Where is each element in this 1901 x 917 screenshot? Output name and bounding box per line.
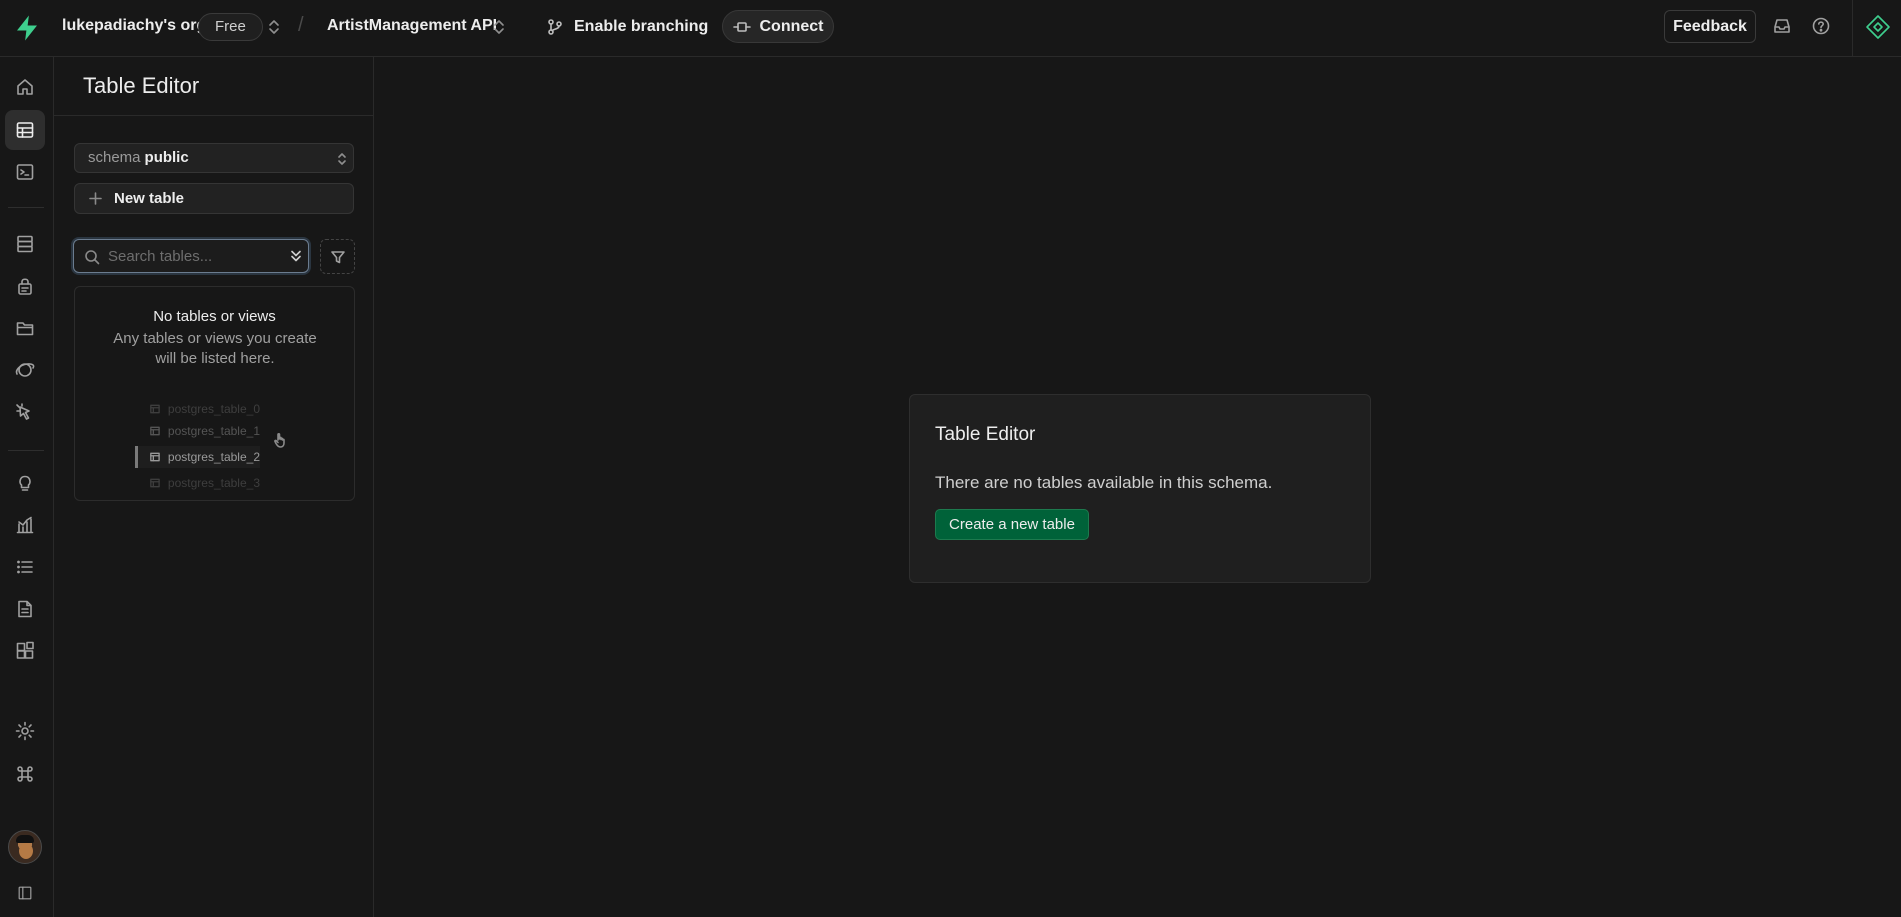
rail-separator [8,450,44,451]
command-icon[interactable] [5,754,45,794]
schema-value: public [144,149,189,166]
auth-icon[interactable] [5,266,45,306]
logs-icon[interactable] [5,547,45,587]
new-table-button[interactable]: New table [74,183,354,214]
ai-assistant-icon[interactable] [1864,13,1892,41]
search-tables-box[interactable] [73,239,309,273]
git-branch-icon [546,18,564,36]
reports-icon[interactable] [5,505,45,545]
empty-description: Any tables or views you create will be l… [113,330,317,367]
table-icon [150,426,160,436]
top-bar: lukepadiachy's org Free / ArtistManageme… [0,0,1901,57]
card-text: There are no tables available in this sc… [935,473,1273,492]
create-new-table-button[interactable]: Create a new table [935,509,1089,540]
new-table-label: New table [114,190,185,207]
table-editor-sidebar: Table Editor schemapublic New table No t… [54,57,374,917]
left-nav-rail [0,57,54,917]
list-item: postgres_table_2 [135,446,260,468]
search-icon [84,249,100,265]
card-title: Table Editor [935,424,1036,445]
sidebar-title: Table Editor [83,73,200,98]
empty-tables-state: No tables or views Any tables or views y… [74,286,355,501]
home-icon[interactable] [5,67,45,107]
inbox-icon[interactable] [1772,16,1792,36]
list-item: postgres_table_1 [135,420,260,442]
storage-icon[interactable] [5,308,45,348]
plug-icon [732,20,751,34]
plan-badge: Free [198,13,263,41]
chevrons-down-icon[interactable] [288,248,304,264]
filter-icon [330,249,346,265]
schema-chevron-icon [335,150,349,168]
filter-button[interactable] [320,239,355,274]
connect-button[interactable]: Connect [722,10,834,43]
project-name[interactable]: ArtistManagement API [327,17,497,35]
help-icon[interactable] [1811,16,1831,36]
schema-label: schema [88,149,141,166]
collapse-sidebar-icon[interactable] [5,873,45,913]
breadcrumb-separator: / [298,14,304,36]
enable-branching-button[interactable]: Enable branching [546,12,708,42]
rail-separator [8,207,44,208]
list-item: postgres_table_0 [135,398,260,420]
schema-selector[interactable]: schema public [74,143,354,173]
org-name[interactable]: lukepadiachy's org [62,17,206,35]
realtime-icon[interactable] [5,350,45,390]
advisors-icon[interactable] [5,463,45,503]
avatar[interactable] [8,830,42,864]
table-icon [150,478,160,488]
empty-title: No tables or views [153,308,276,325]
connect-label: Connect [759,17,824,35]
api-docs-icon[interactable] [5,589,45,629]
org-switcher-chevron-icon[interactable] [267,18,281,36]
feedback-button[interactable]: Feedback [1664,10,1756,43]
main-content: Table Editor There are no tables availab… [374,57,1901,917]
placeholder-table-list: postgres_table_0 postgres_table_1 postgr… [135,398,260,500]
project-switcher-chevron-icon[interactable] [492,18,506,36]
search-input[interactable] [108,245,268,267]
table-editor-icon[interactable] [5,110,45,150]
sidebar-divider [54,115,374,116]
enable-branching-label: Enable branching [574,18,709,35]
hand-cursor-icon [273,432,287,448]
top-divider [1852,0,1853,57]
empty-schema-card: Table Editor There are no tables availab… [909,394,1371,583]
table-icon [150,404,160,414]
database-icon[interactable] [5,224,45,264]
supabase-logo-icon[interactable] [12,13,42,43]
settings-icon[interactable] [5,711,45,751]
edge-functions-icon[interactable] [5,392,45,432]
sql-editor-icon[interactable] [5,152,45,192]
list-item: postgres_table_3 [135,472,260,494]
integrations-icon[interactable] [5,631,45,671]
plus-icon [89,192,102,205]
table-icon [150,452,160,462]
